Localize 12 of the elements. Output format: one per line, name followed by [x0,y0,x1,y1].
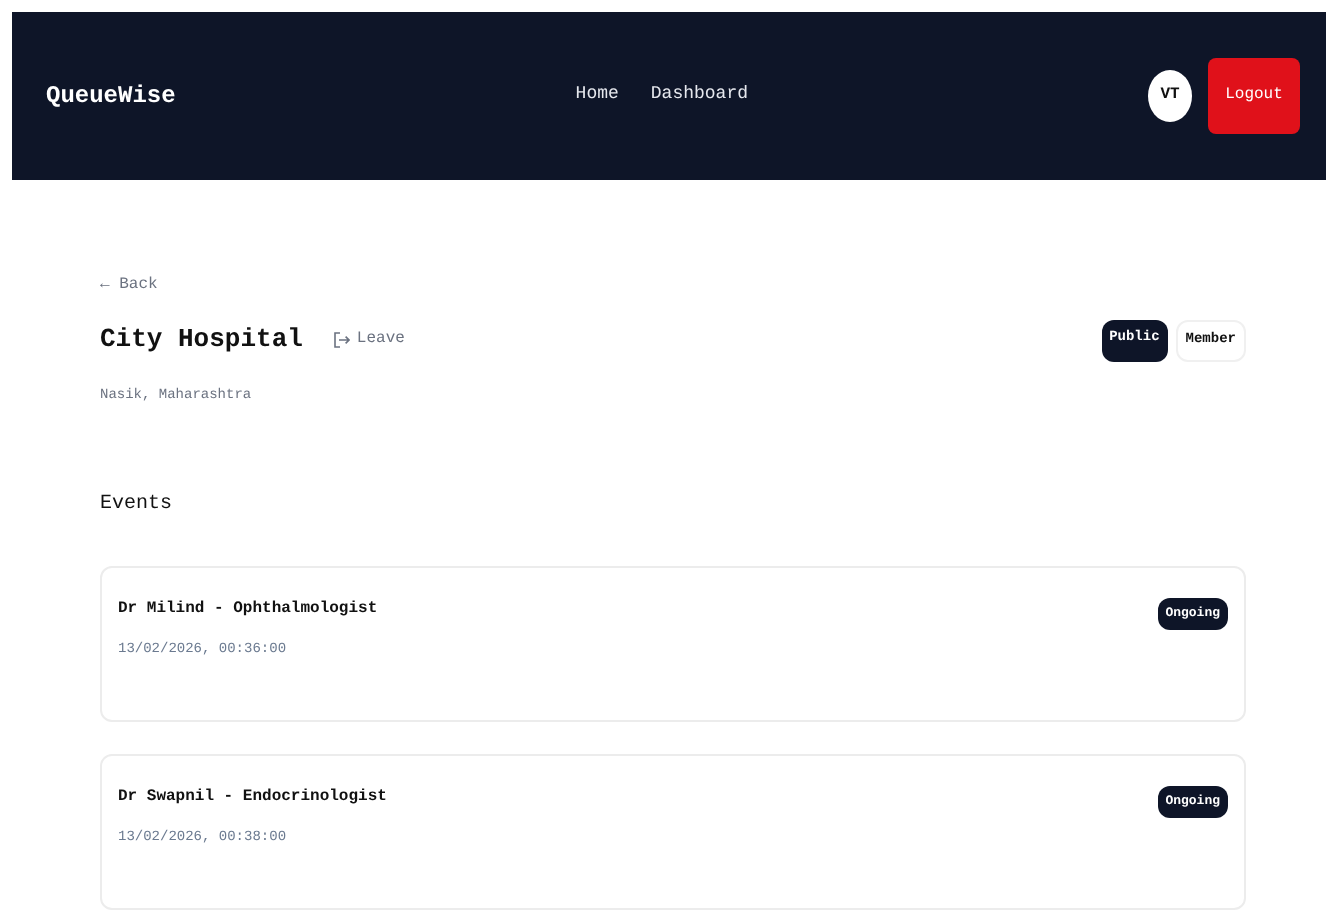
nav-link[interactable]: Home [575,82,619,110]
nav-link[interactable]: Dashboard [650,82,749,110]
user-avatar[interactable]: VT [1148,70,1192,122]
section-heading: Events [100,494,175,518]
back-link[interactable]: ← Back [100,276,158,294]
leave-button[interactable]: Leave [334,328,405,353]
event-title: Dr Swapnil - Endocrinologist [118,786,387,810]
logout-button[interactable]: Logout [1208,58,1300,134]
event-title: Dr Milind - Ophthalmologist [118,598,378,622]
exit-icon [334,332,351,349]
place-title: City Hospital [100,324,303,357]
brand-logo[interactable]: QueueWise [46,78,176,114]
